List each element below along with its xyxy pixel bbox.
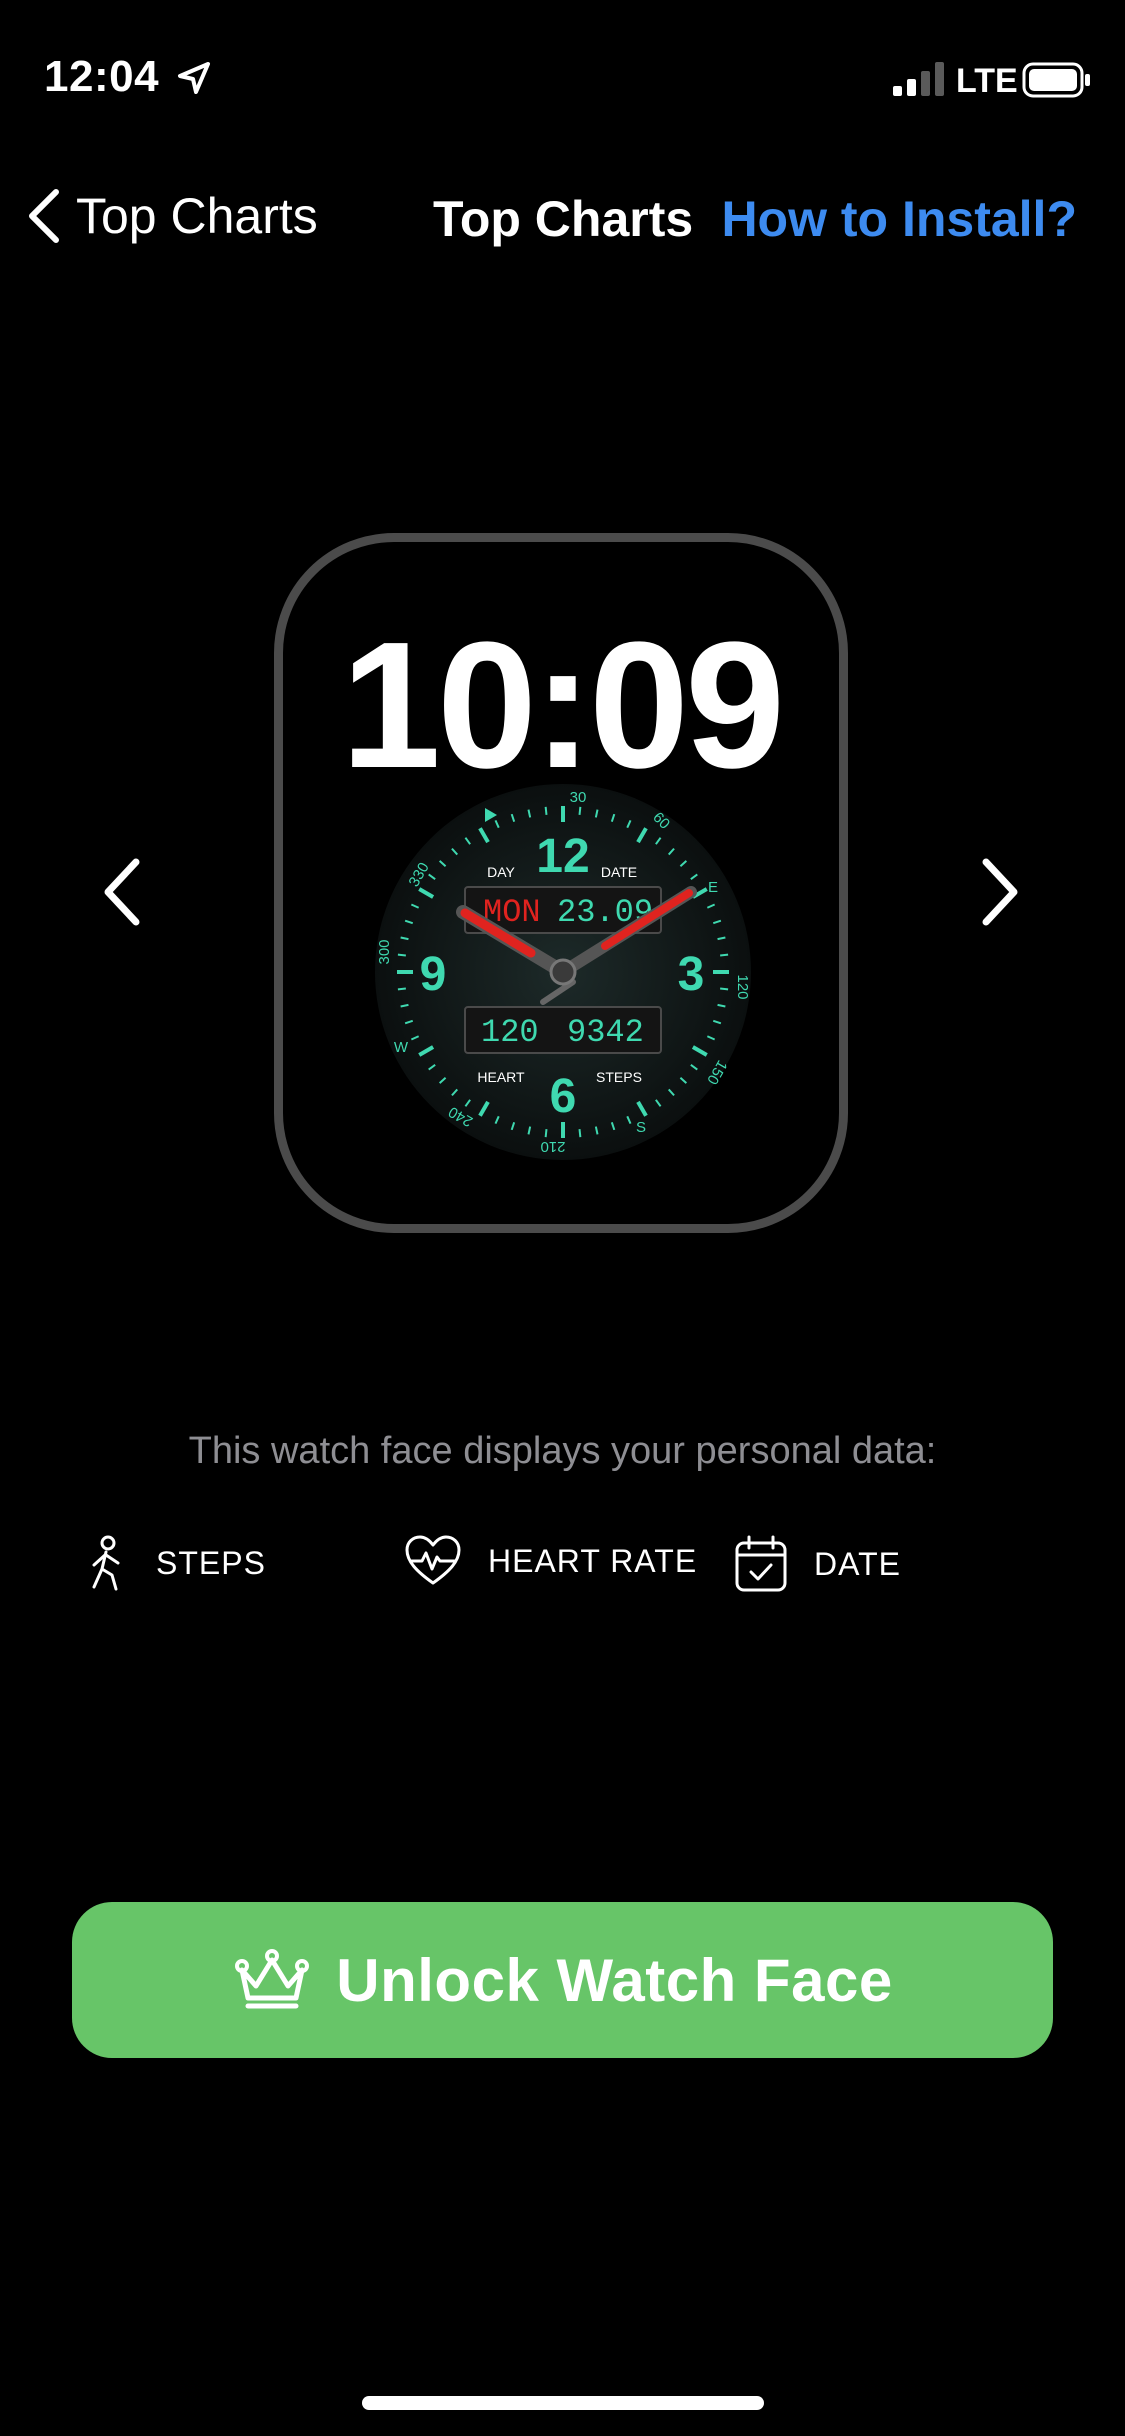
status-bar: 12:04 LTE xyxy=(0,0,1125,160)
bezel-label: E xyxy=(708,879,718,896)
previous-face-button[interactable] xyxy=(100,856,144,928)
data-item-steps: STEPS xyxy=(86,1535,266,1591)
heart-value: 120 xyxy=(481,1014,539,1051)
numeral-9: 9 xyxy=(420,948,447,1001)
crown-icon xyxy=(235,1949,310,2009)
home-indicator[interactable] xyxy=(362,2396,764,2410)
watch-time: 10:09 xyxy=(340,605,785,806)
dial-tick xyxy=(397,987,406,991)
heart-label: HEART xyxy=(477,1069,525,1085)
watch-face-preview: 10:09 30 60 E 120 150 S 210 240 W 300 33… xyxy=(274,533,848,1233)
navigation-bar: Top Charts Top Charts How to Install? xyxy=(0,180,1125,250)
chevron-left-icon xyxy=(29,189,59,243)
status-time: 12:04 xyxy=(44,52,160,101)
dial-center-cap xyxy=(549,958,577,986)
steps-value: 9342 xyxy=(567,1014,644,1051)
data-item-heart-rate: HEART RATE xyxy=(404,1535,697,1587)
data-items: STEPS HEART RATE DATE xyxy=(0,1535,1125,1605)
analog-dial: 30 60 E 120 150 S 210 240 W 300 330 12 3… xyxy=(375,784,751,1160)
data-item-label: STEPS xyxy=(156,1544,266,1581)
numeral-3: 3 xyxy=(678,948,705,1001)
unlock-button-label: Unlock Watch Face xyxy=(336,1946,893,2014)
network-type: LTE xyxy=(956,62,1018,100)
heart-rate-icon xyxy=(405,1535,461,1585)
bezel-label: 120 xyxy=(734,974,751,999)
bezel-label: 300 xyxy=(376,939,393,964)
dial-tick xyxy=(578,806,582,815)
numeral-12: 12 xyxy=(536,830,589,883)
bezel-label: S xyxy=(636,1119,646,1136)
walking-person-icon xyxy=(92,1535,120,1591)
dial-tick xyxy=(544,806,548,815)
calendar-icon xyxy=(735,1535,787,1592)
next-face-button[interactable] xyxy=(978,856,1022,928)
dial-tick xyxy=(544,1129,548,1138)
how-to-install-link[interactable]: How to Install? xyxy=(721,190,1077,248)
battery-icon xyxy=(1022,62,1090,98)
page-title: Top Charts xyxy=(433,191,694,247)
cellular-signal-icon xyxy=(893,62,944,96)
bezel-label: W xyxy=(394,1039,409,1056)
numeral-6: 6 xyxy=(550,1070,577,1123)
bezel-label: 210 xyxy=(540,1138,565,1155)
steps-label: STEPS xyxy=(596,1069,642,1085)
bezel-label: 30 xyxy=(570,789,587,806)
dial-tick xyxy=(397,953,406,957)
data-item-date: DATE xyxy=(734,1535,901,1593)
data-item-label: HEART RATE xyxy=(488,1542,698,1579)
unlock-watch-face-button[interactable]: Unlock Watch Face xyxy=(72,1902,1053,2058)
personal-data-info: This watch face displays your personal d… xyxy=(188,1430,937,1472)
dial-tick xyxy=(578,1129,582,1138)
back-button[interactable]: Top Charts xyxy=(26,188,318,244)
data-item-label: DATE xyxy=(814,1545,901,1582)
day-label: DAY xyxy=(487,864,515,880)
back-label: Top Charts xyxy=(76,188,318,244)
date-label: DATE xyxy=(601,864,637,880)
dial-tick xyxy=(720,987,729,991)
location-arrow-icon xyxy=(178,62,210,94)
dial-tick xyxy=(720,953,729,957)
